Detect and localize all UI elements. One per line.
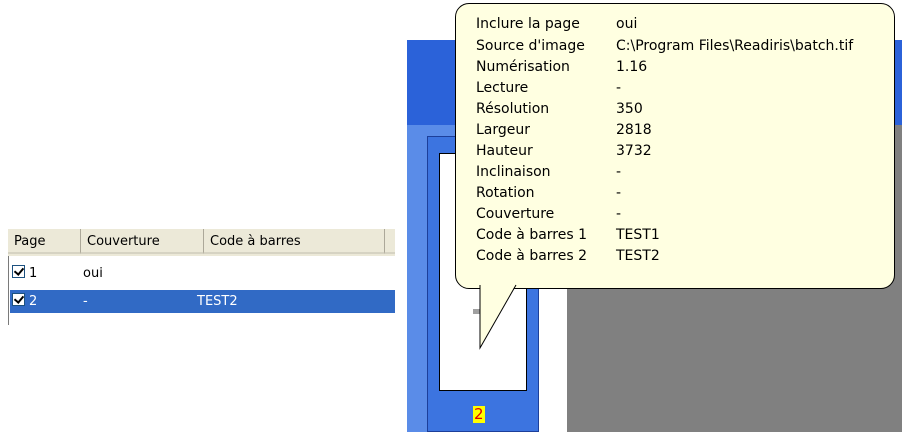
tooltip-value: 3732 [616, 143, 652, 159]
page-list: Page Couverture Code à barres 1 oui 2 - … [0, 229, 395, 325]
include-checkbox[interactable] [12, 265, 25, 278]
tooltip-label: Numérisation [476, 59, 570, 75]
tooltip-label: Rotation [476, 185, 535, 201]
barcode-cell: TEST2 [197, 294, 238, 309]
list-border [8, 256, 9, 325]
tooltip-label: Hauteur [476, 143, 533, 159]
tooltip-label: Lecture [476, 80, 529, 96]
tooltip-value: - [616, 164, 622, 180]
list-header: Page Couverture Code à barres [8, 229, 395, 256]
cover-cell: - [83, 294, 88, 309]
tooltip-value: 2818 [616, 122, 652, 138]
cover-cell: oui [83, 266, 103, 281]
page-info-tooltip: Inclure la page oui Source d'image C:\Pr… [455, 3, 895, 289]
page-cell: 2 [29, 294, 38, 309]
tooltip-label: Résolution [476, 101, 550, 117]
tooltip-label: Code à barres 2 [476, 248, 588, 264]
list-item-selected[interactable]: 2 - TEST2 [10, 290, 395, 313]
tooltip-value: - [616, 185, 622, 201]
tooltip-label: Source d'image [476, 38, 585, 54]
column-header-cover[interactable]: Couverture [81, 229, 204, 254]
tooltip-label: Largeur [476, 122, 531, 138]
tooltip-pointer [479, 284, 517, 350]
thumbnail-page-number: 2 [473, 405, 485, 423]
tooltip-value: TEST1 [616, 227, 660, 243]
tooltip-value: 350 [616, 101, 643, 117]
tooltip-value: TEST2 [616, 248, 660, 264]
tooltip-label: Code à barres 1 [476, 227, 588, 243]
column-header-extra[interactable] [385, 229, 395, 254]
tooltip-value: C:\Program Files\Readiris\batch.tif [616, 38, 854, 54]
tooltip-value: 1.16 [616, 59, 648, 75]
page-cell: 1 [29, 266, 38, 281]
list-item[interactable]: 1 oui [10, 262, 395, 285]
tooltip-value: - [616, 206, 622, 222]
tooltip-label: Inclure la page [476, 16, 580, 32]
column-header-page[interactable]: Page [8, 229, 81, 254]
tooltip-value: oui [616, 16, 638, 32]
tooltip-label: Couverture [476, 206, 555, 222]
column-header-barcode[interactable]: Code à barres [204, 229, 385, 254]
tooltip-label: Inclinaison [476, 164, 551, 180]
tooltip-value: - [616, 80, 622, 96]
include-checkbox[interactable] [12, 293, 25, 306]
